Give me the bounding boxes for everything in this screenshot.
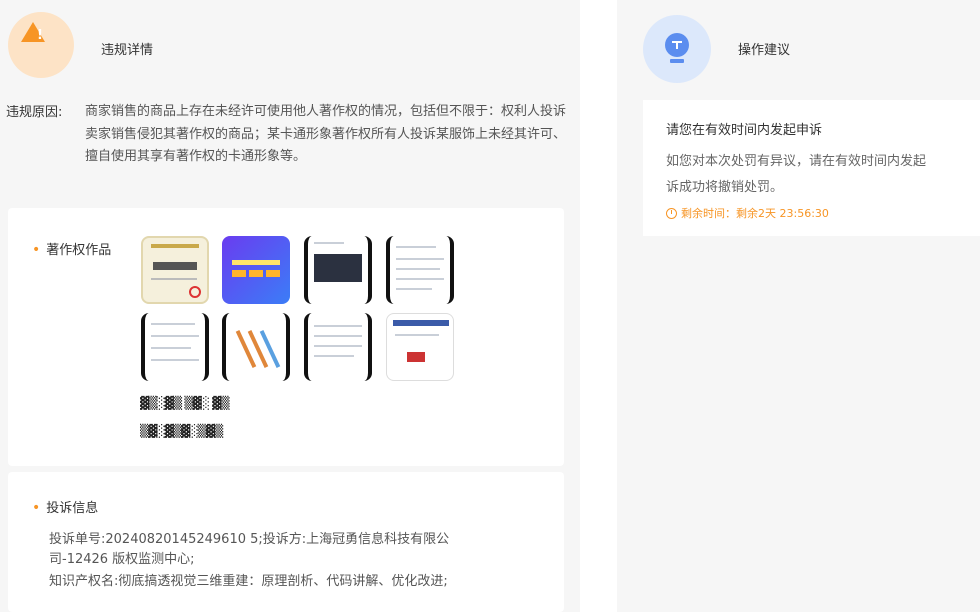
remaining-time: 剩余时间：剩余2天 23:56:30 — [666, 205, 829, 221]
certificate-thumbnail[interactable] — [141, 236, 209, 304]
works-label: • 著作权作品 — [32, 242, 112, 258]
violation-title: 违规详情 — [101, 43, 154, 58]
document-page-thumbnail[interactable] — [141, 313, 209, 381]
complaint-line: 知识产权名:彻底搞透视觉三维重建：原理剖析、代码讲解、优化改进; — [49, 574, 448, 589]
text-page-thumbnail[interactable] — [304, 313, 372, 381]
webpage-screenshot-thumbnail[interactable] — [386, 313, 454, 381]
suggestion-panel — [617, 0, 980, 612]
reason-text: 商家销售的商品上存在未经许可使用他人著作权的情况，包括但不限于：权利人投诉卖家销… — [85, 104, 567, 164]
suggestion-title: 操作建议 — [738, 43, 791, 58]
lightbulb-base-icon — [670, 59, 684, 63]
complaint-line: 投诉单号:20240820145249610 5;投诉方:上海冠勇信息科技有限公 — [49, 532, 450, 547]
document-screenshot-thumbnail[interactable] — [386, 236, 454, 304]
clock-icon — [666, 207, 677, 219]
reason-label: 违规原因: — [6, 105, 63, 120]
diagram-thumbnail[interactable] — [222, 313, 290, 381]
garbled-text-image: ▒▓░▓▒▓░▒▓▒ — [140, 424, 223, 438]
garbled-text-image: ▓▒░▓▒ ▒▓░ ▓▒ — [140, 396, 230, 410]
complaint-line: 司-12426 版权监测中心; — [49, 552, 195, 567]
appeal-title: 请您在有效时间内发起申诉 — [666, 123, 823, 138]
appeal-body: 如您对本次处罚有异议，请在有效时间内发起 诉成功将撤销处罚。 — [666, 154, 927, 195]
lightbulb-filament-icon — [672, 41, 682, 49]
complaint-label: • 投诉信息 — [32, 500, 99, 516]
code-screenshot-thumbnail[interactable] — [304, 236, 372, 304]
exclamation-icon: ! — [37, 28, 43, 43]
course-banner-thumbnail[interactable] — [222, 236, 290, 304]
